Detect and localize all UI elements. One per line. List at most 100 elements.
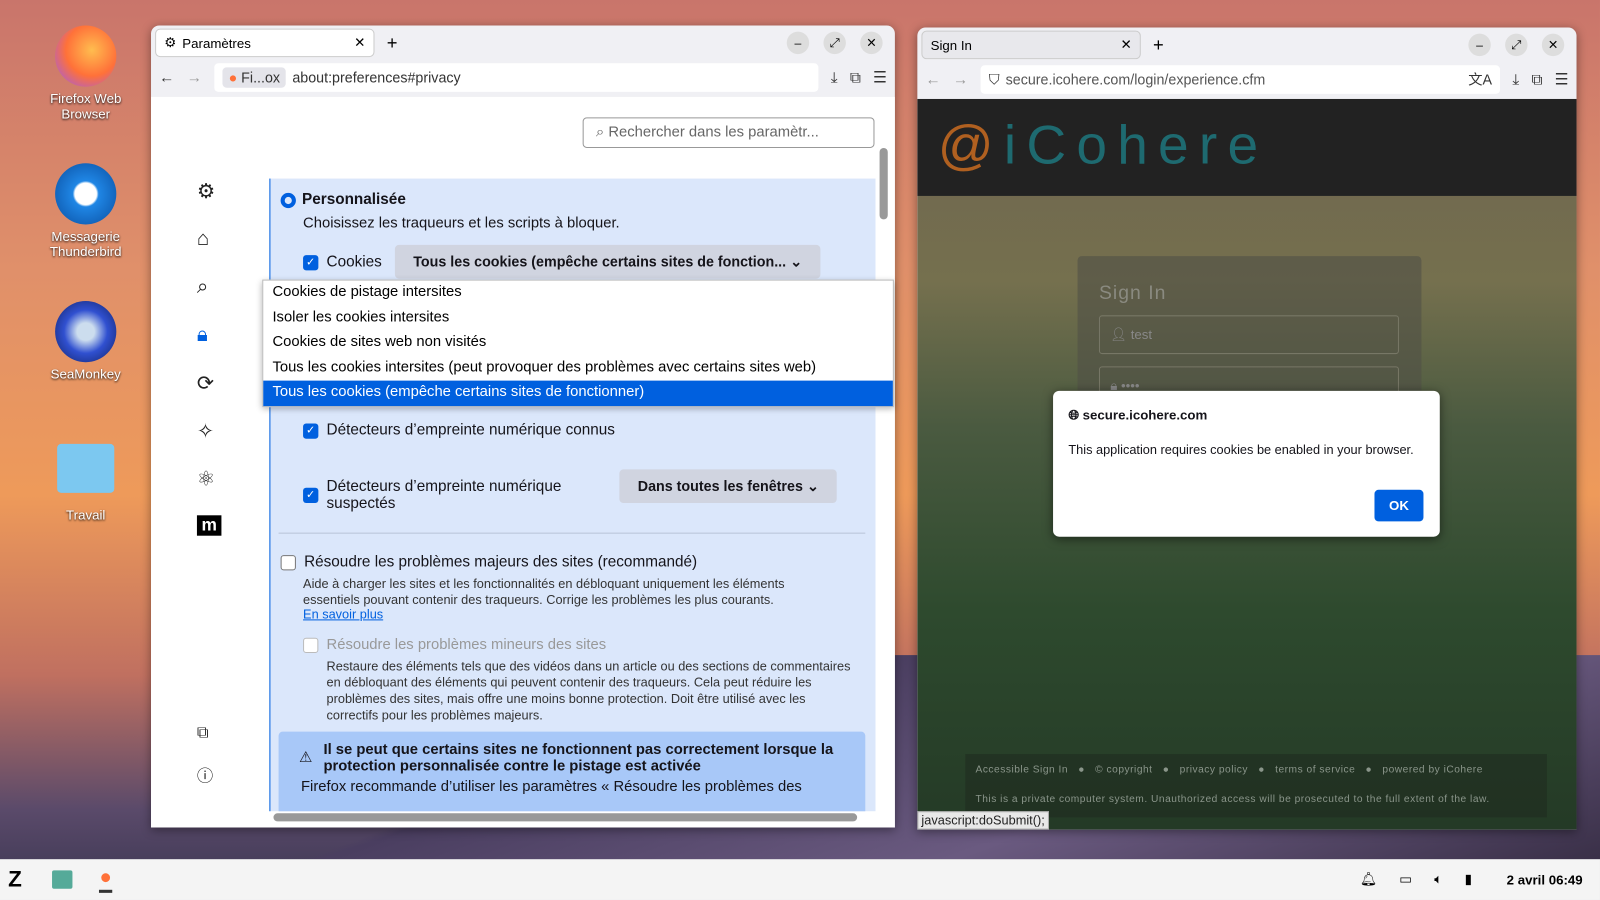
home-icon[interactable]: ⌂	[197, 228, 209, 251]
globe-icon: 🌐︎	[1068, 407, 1079, 423]
clock[interactable]: 2 avril 06:49	[1507, 872, 1583, 887]
close-tab-icon[interactable]: ✕	[354, 35, 365, 51]
cookies-select[interactable]: Tous les cookies (empêche certains sites…	[394, 244, 821, 279]
zorin-menu-icon[interactable]: Z	[8, 866, 22, 893]
warning-title: Il se peut que certains sites ne fonctio…	[323, 741, 834, 775]
back-button[interactable]: ←	[159, 69, 174, 86]
tab-settings[interactable]: ⚙ Paramètres ✕	[155, 28, 375, 58]
firefox-taskbar-icon[interactable]: ●	[99, 866, 112, 893]
forward-button[interactable]: →	[187, 69, 202, 86]
download-icon[interactable]: ⤓	[1512, 71, 1519, 88]
tab-signin[interactable]: Sign In ✕	[921, 30, 1141, 60]
sync-icon[interactable]: ⟳	[197, 370, 214, 396]
username-value: test	[1130, 326, 1153, 342]
fingerprint-select[interactable]: Dans toutes les fenêtres ⌄	[619, 469, 838, 504]
maximize-button[interactable]: ⤢	[823, 31, 846, 55]
close-window-button[interactable]: ✕	[860, 31, 883, 55]
volume-icon[interactable]: 🔈︎	[1434, 871, 1442, 887]
dropdown-option[interactable]: Cookies de pistage intersites	[263, 281, 893, 306]
general-icon[interactable]: ⚙	[197, 179, 215, 205]
desktop-icon-firefox[interactable]: Firefox Web Browser	[41, 25, 131, 122]
settings-search-input[interactable]: ⌕ Rechercher dans les paramètr...	[582, 117, 875, 148]
files-icon[interactable]	[52, 870, 73, 889]
major-fix-label: Résoudre les problèmes majeurs des sites…	[304, 553, 698, 571]
horizontal-scrollbar[interactable]	[273, 813, 858, 822]
experiments-icon[interactable]: ⚛	[197, 466, 215, 492]
minor-fix-checkbox[interactable]: Résoudre les problèmes mineurs des sites	[303, 637, 606, 653]
major-fix-checkbox[interactable]: Résoudre les problèmes majeurs des sites…	[280, 553, 698, 571]
back-button[interactable]: ←	[926, 71, 941, 88]
footer-link[interactable]: terms of service	[1275, 764, 1355, 775]
display-icon[interactable]: ▭	[1399, 871, 1412, 887]
cookies-dropdown-list: Cookies de pistage intersites Isoler les…	[262, 279, 894, 407]
learn-more-link[interactable]: En savoir plus	[303, 607, 383, 621]
tab-bar: ⚙ Paramètres ✕ + – ⤢ ✕	[151, 26, 895, 61]
dialog-message: This application requires cookies be ena…	[1068, 442, 1414, 458]
footer-notice: This is a private computer system. Unaut…	[975, 793, 1490, 806]
tab-title: Paramètres	[182, 35, 251, 51]
footer-link[interactable]: powered by iCohere	[1382, 764, 1483, 775]
cookies-label: Cookies	[326, 253, 382, 271]
translate-icon[interactable]: 文A	[1468, 69, 1492, 89]
battery-icon[interactable]: ▮	[1465, 871, 1472, 887]
desktop-icon-thunderbird[interactable]: Messagerie Thunderbird	[41, 163, 131, 259]
menu-icon[interactable]: ☰	[873, 68, 887, 86]
dropdown-option[interactable]: Isoler les cookies intersites	[263, 306, 893, 331]
taskbar: Z ● 🔔︎ ▭ 🔈︎ ▮ 2 avril 06:49	[0, 859, 1600, 900]
extensions-icon[interactable]: ⧉	[850, 69, 861, 86]
dropdown-option[interactable]: Tous les cookies intersites (peut provoq…	[263, 356, 893, 381]
notifications-icon[interactable]: 🔔︎	[1360, 871, 1377, 887]
dropdown-option[interactable]: Cookies de sites web non visités	[263, 331, 893, 356]
help-icon[interactable]: ⓘ	[197, 762, 213, 786]
label: SeaMonkey	[50, 366, 121, 382]
desktop-icon-seamonkey[interactable]: SeaMonkey	[41, 301, 131, 382]
search-icon[interactable]: ⌕	[197, 276, 208, 299]
download-icon[interactable]: ⤓	[831, 69, 838, 86]
minimize-button[interactable]: –	[786, 31, 810, 55]
cookies-checkbox[interactable]: ✓ Cookies	[303, 253, 382, 270]
ai-sparkle-icon[interactable]: ✧	[197, 418, 214, 444]
nav-bar: ← → ● Fi...ox about:preferences#privacy ⤓ ⧉…	[151, 60, 895, 95]
mozilla-icon[interactable]: m	[196, 515, 222, 536]
fingerprint-suspect-label: Détecteurs d’empreinte numérique suspect…	[326, 477, 562, 513]
extensions-icon[interactable]: ⧉	[1531, 71, 1542, 88]
footer-link[interactable]: privacy policy	[1180, 764, 1248, 775]
fingerprint-known-label: Détecteurs d’empreinte numérique connus	[326, 421, 615, 439]
icohere-header: @iCohere	[917, 98, 1577, 196]
privacy-lock-icon[interactable]: 🔒︎	[197, 323, 208, 346]
url-text: about:preferences#privacy	[292, 69, 461, 86]
minimize-button[interactable]: –	[1468, 33, 1491, 57]
footer-link[interactable]: © copyright	[1095, 764, 1152, 775]
menu-icon[interactable]: ☰	[1555, 70, 1569, 88]
dropdown-option-selected[interactable]: Tous les cookies (empêche certains sites…	[263, 380, 893, 406]
extensions-themes-icon[interactable]: ⧉	[197, 724, 209, 742]
nav-bar: ← → ⛉ secure.icohere.com/login/experience.…	[917, 62, 1576, 97]
new-tab-button[interactable]: +	[1153, 34, 1164, 55]
maximize-button[interactable]: ⤢	[1505, 33, 1528, 57]
new-tab-button[interactable]: +	[387, 32, 398, 53]
fingerprint-known-checkbox[interactable]: ✓ Détecteurs d’empreinte numérique connus	[303, 421, 615, 439]
username-input[interactable]: 👤︎ test	[1098, 315, 1399, 355]
label: Firefox Web Browser	[50, 90, 122, 122]
vertical-scrollbar[interactable]	[879, 147, 888, 220]
url-text: secure.icohere.com/login/experience.cfm	[1005, 71, 1266, 88]
custom-radio[interactable]: Personnalisée	[280, 191, 406, 208]
warning-icon: ⚠	[298, 749, 313, 767]
minor-fix-label: Résoudre les problèmes mineurs des sites	[326, 636, 607, 654]
cookies-select-value: Tous les cookies (empêche certains sites…	[413, 253, 787, 270]
desktop-icon-travail[interactable]: Travail	[41, 443, 131, 522]
firefox-icon: ●	[228, 69, 238, 86]
close-window-button[interactable]: ✕	[1541, 33, 1565, 57]
close-tab-icon[interactable]: ✕	[1120, 37, 1131, 53]
address-bar[interactable]: ⛉ secure.icohere.com/login/experience.cfm…	[980, 65, 1501, 94]
tab-title: Sign In	[930, 37, 972, 53]
signin-panel: Sign In 👤︎ test 🔒︎ ••••	[1077, 256, 1422, 410]
firefox-settings-window: ⚙ Paramètres ✕ + – ⤢ ✕ ← → ● Fi...ox about:pre…	[151, 25, 895, 828]
address-bar[interactable]: ● Fi...ox about:preferences#privacy	[214, 63, 819, 92]
footer-link[interactable]: Accessible Sign In	[976, 764, 1069, 775]
dialog-ok-button[interactable]: OK	[1374, 489, 1424, 522]
forward-button[interactable]: →	[953, 71, 968, 88]
identity-badge[interactable]: ● Fi...ox	[222, 67, 287, 88]
fingerprint-suspect-checkbox[interactable]: ✓ Détecteurs d’empreinte numérique suspec…	[303, 477, 599, 513]
folder-icon	[57, 443, 115, 493]
